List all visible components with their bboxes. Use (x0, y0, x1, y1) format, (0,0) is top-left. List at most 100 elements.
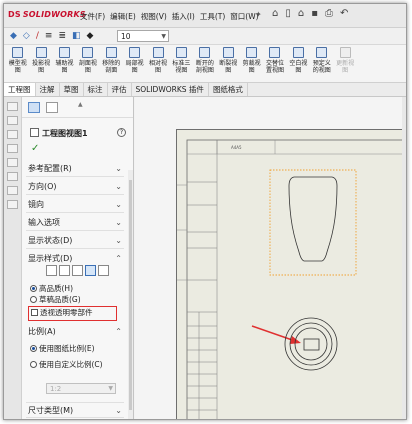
menu-insert[interactable]: 插入(I) (172, 11, 195, 22)
view-command-icon (199, 47, 211, 58)
open-icon[interactable]: ⌂ (298, 8, 304, 19)
menu-tools[interactable]: 工具(T) (200, 11, 225, 22)
ribbon-button-label: 空白视 图 (289, 60, 308, 74)
ribbon-button[interactable]: 断裂视 图 (217, 45, 240, 82)
strip-icon[interactable] (7, 186, 18, 195)
hidden-lines-visible-icon[interactable] (59, 265, 70, 276)
undo-icon[interactable]: ↶ (340, 8, 348, 19)
inner-circle[interactable] (294, 327, 328, 361)
view-selection-box[interactable] (269, 169, 357, 276)
ribbon-button[interactable]: 交替位 置视图 (263, 45, 286, 82)
command-tabs: 工程图 注解 草图 标注 评估 SOLIDWORKS 插件 图纸格式 (4, 83, 406, 97)
radio-draft-quality[interactable]: 草稿品质(G) (30, 294, 81, 305)
strip-icon[interactable] (7, 144, 18, 153)
radio-use-sheet-scale[interactable]: 使用图纸比例(E) (30, 343, 95, 354)
hide-edge-icon[interactable]: ≣ (58, 31, 66, 41)
tab-annotation[interactable]: 注解 (36, 83, 60, 96)
ribbon-button[interactable]: 剖面视 图 (76, 45, 99, 82)
scrollbar-thumb[interactable] (129, 180, 132, 410)
drawing-sheet[interactable]: A4A5 (176, 129, 406, 419)
collapse-icon[interactable]: ▲ (78, 101, 83, 108)
ribbon-button[interactable]: 更新视 图 (333, 45, 356, 82)
ribbon-button[interactable]: 标准三 视图 (170, 45, 193, 82)
chevron-down-icon: ⌄ (115, 236, 122, 245)
hidden-lines-removed-icon[interactable] (72, 265, 83, 276)
section-dimension-type[interactable]: 尺寸类型(M) ⌄ (26, 402, 124, 418)
panel-title: 工程图视图1 (30, 128, 88, 139)
radio-use-custom-scale[interactable]: 使用自定义比例(C) (30, 359, 103, 370)
pin-icon[interactable]: ✦ (255, 10, 262, 19)
new-file-icon[interactable]: ▯ (285, 8, 291, 19)
section-scale[interactable]: 比例(A) ⌃ (26, 324, 124, 340)
custom-scale-combo[interactable]: 1:2 ▼ (46, 383, 116, 394)
chevron-down-icon: ⌄ (115, 200, 122, 209)
ribbon-button-label: 断裂视 图 (219, 60, 238, 74)
panel-scrollbar[interactable] (128, 170, 133, 419)
ribbon-button[interactable]: 辅助视 图 (53, 45, 76, 82)
layer-props-icon[interactable]: ◆ (87, 31, 94, 41)
menu-view[interactable]: 视图(V) (141, 11, 167, 22)
shaded-icon[interactable] (98, 265, 109, 276)
ribbon-button[interactable]: 相对视 图 (146, 45, 169, 82)
strip-icon[interactable] (7, 172, 18, 181)
format-toolbar: ◆ ◇ / ≡ ≣ ◧ ◆ 10 ▼ (4, 28, 406, 45)
section-reference-config[interactable]: 参考配置(R) ⌄ (26, 161, 124, 177)
menu-file[interactable]: 文件(F) (80, 11, 105, 22)
ribbon-button[interactable]: 模型视 图 (6, 45, 29, 82)
line-thickness-icon[interactable]: / (36, 31, 39, 41)
middle-circle[interactable] (289, 322, 333, 366)
tab-sketch[interactable]: 草图 (60, 83, 84, 96)
solidworks-logo[interactable]: DS SOLIDWORKS (8, 10, 86, 19)
canvas-scrollbar[interactable] (402, 97, 406, 419)
print-icon[interactable]: ⎙ (325, 8, 333, 19)
drawing-canvas[interactable]: A4A5 (135, 97, 406, 419)
strip-icon[interactable] (7, 158, 18, 167)
ok-check-icon[interactable]: ✓ (31, 143, 39, 154)
layer-combo[interactable]: 10 ▼ (117, 30, 169, 42)
title-menu-bar: DS SOLIDWORKS 文件(F) 编辑(E) 视图(V) 插入(I) 工具(… (4, 4, 406, 28)
ribbon-button[interactable]: 断开的 剖视图 (193, 45, 216, 82)
section-display-state[interactable]: 显示状态(D) ⌄ (26, 233, 124, 249)
section-import-options[interactable]: 输入选项 ⌄ (26, 215, 124, 231)
section-orientation[interactable]: 方向(O) ⌄ (26, 179, 124, 195)
help-icon[interactable]: ? (117, 128, 126, 137)
strip-icon[interactable] (7, 200, 18, 209)
strip-icon[interactable] (7, 130, 18, 139)
ribbon-button-label: 断开的 剖视图 (195, 60, 214, 74)
save-icon[interactable]: ▪ (311, 8, 318, 19)
chevron-down-icon: ▼ (161, 33, 166, 40)
tab-addins[interactable]: SOLIDWORKS 插件 (132, 83, 209, 96)
transparent-components-checkbox[interactable]: 透视透明零部件 (28, 306, 117, 321)
home-icon[interactable]: ⌂ (272, 8, 278, 19)
section-mirror[interactable]: 镜向 ⌄ (26, 197, 124, 213)
ribbon-button[interactable]: 投影视 图 (29, 45, 52, 82)
line-color-icon[interactable]: ◇ (23, 31, 30, 41)
tab-drawing[interactable]: 工程图 (4, 83, 36, 96)
tab-evaluate[interactable]: 评估 (108, 83, 132, 96)
tab-markup[interactable]: 标注 (84, 83, 108, 96)
view-command-icon (316, 47, 328, 58)
tab-sheet-format[interactable]: 图纸格式 (209, 83, 248, 96)
ribbon-button[interactable]: 局部视 图 (123, 45, 146, 82)
wireframe-icon[interactable] (46, 265, 57, 276)
ribbon-button[interactable]: 剪裁视 图 (240, 45, 263, 82)
strip-icon[interactable] (7, 102, 18, 111)
part-front-view[interactable] (288, 176, 338, 262)
center-square[interactable] (303, 338, 320, 351)
ribbon-button[interactable]: 预定义 的视图 (310, 45, 333, 82)
color-display-icon[interactable]: ◧ (72, 31, 81, 41)
sheet-graphics: A4A5 (177, 139, 406, 419)
radio-high-quality[interactable]: 高品质(H) (30, 283, 73, 294)
shaded-with-edges-icon[interactable] (85, 265, 96, 276)
strip-icon[interactable] (7, 116, 18, 125)
drawing-view-icon (30, 128, 39, 137)
ribbon-button[interactable]: 空白视 图 (287, 45, 310, 82)
ribbon-button[interactable]: 移除的 剖面 (100, 45, 123, 82)
line-style-icon[interactable]: ≡ (45, 31, 53, 41)
chevron-up-icon: ⌃ (115, 254, 122, 263)
layer-icon[interactable]: ◆ (10, 31, 17, 41)
outer-circle[interactable] (284, 317, 338, 371)
property-tab-icon[interactable] (28, 102, 40, 113)
menu-edit[interactable]: 编辑(E) (110, 11, 136, 22)
config-tab-icon[interactable] (46, 102, 58, 113)
